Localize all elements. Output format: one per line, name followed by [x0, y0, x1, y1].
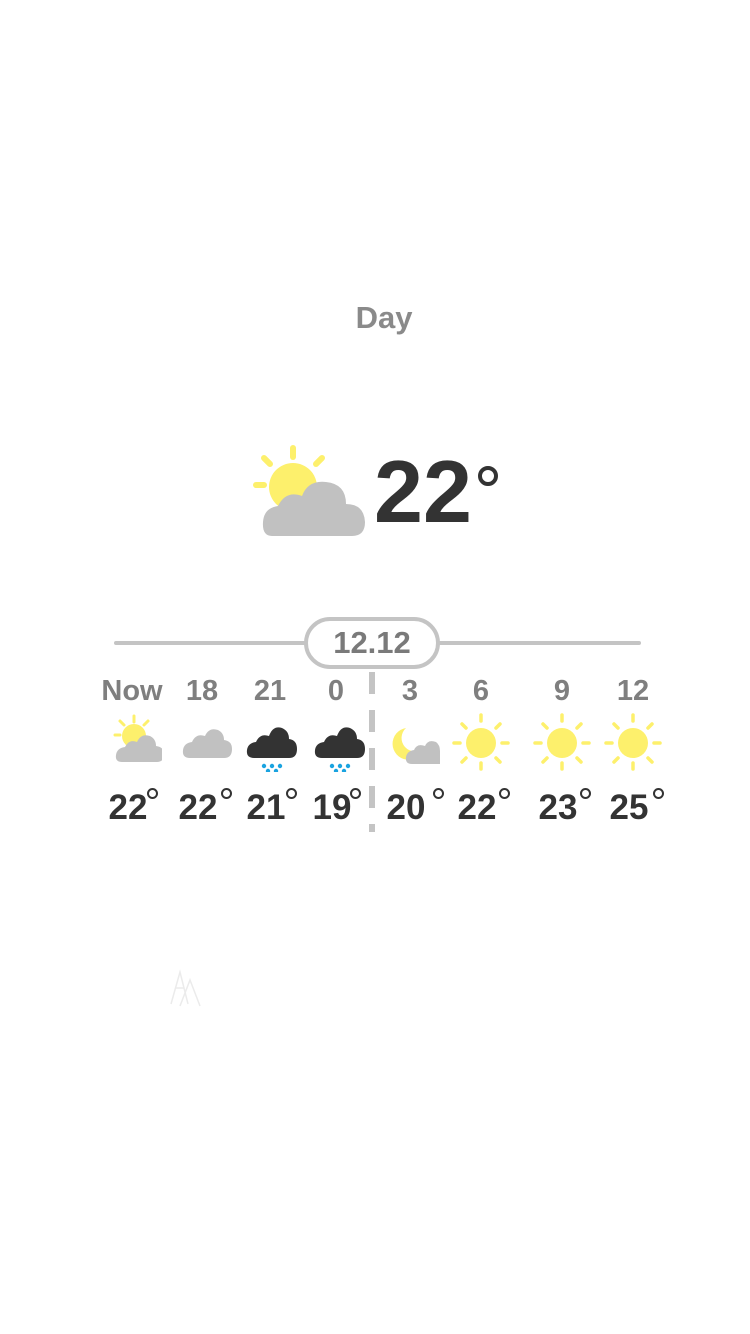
timeline-line-left: [114, 641, 306, 645]
degree-symbol: [499, 788, 510, 799]
forecast-time: 6: [472, 675, 490, 707]
forecast-item-12[interactable]: 12 25: [593, 672, 673, 832]
faint-mountain-icon: [170, 969, 201, 1007]
cloud-icon: [182, 729, 232, 758]
current-temperature: 22: [374, 442, 472, 541]
sun-icon: [533, 713, 591, 771]
forecast-item-3[interactable]: 3 20: [370, 672, 450, 832]
forecast-time: 3: [401, 675, 419, 707]
degree-symbol: [653, 788, 664, 799]
forecast-item-9[interactable]: 9 23: [522, 672, 602, 832]
degree-symbol: [580, 788, 591, 799]
snow-cloud-icon: [314, 727, 365, 772]
partly-sunny-cloud-icon: [113, 714, 162, 762]
timeline-line-right: [438, 641, 641, 645]
forecast-item-0[interactable]: 0 19: [296, 672, 376, 832]
forecast-time: 0: [327, 675, 345, 707]
current-weather: 22: [0, 430, 750, 560]
degree-symbol: [147, 788, 158, 799]
forecast-time: 12: [616, 675, 650, 707]
timeline-date-marker[interactable]: 12.12: [304, 617, 440, 669]
forecast-temp: 20: [386, 788, 426, 827]
snow-cloud-icon: [246, 727, 297, 772]
current-degree-symbol: [478, 466, 498, 486]
forecast-time: 9: [553, 675, 571, 707]
degree-symbol: [350, 788, 361, 799]
forecast-time: Now: [101, 675, 163, 707]
forecast-item-6[interactable]: 6 22: [441, 672, 521, 832]
period-title: Day: [355, 300, 413, 335]
sun-icon: [604, 713, 662, 771]
partly-sunny-cloud-icon: [253, 445, 365, 536]
moon-cloud-icon: [392, 728, 440, 764]
sun-icon: [452, 713, 510, 771]
forecast-item-now[interactable]: Now 22: [92, 672, 172, 832]
